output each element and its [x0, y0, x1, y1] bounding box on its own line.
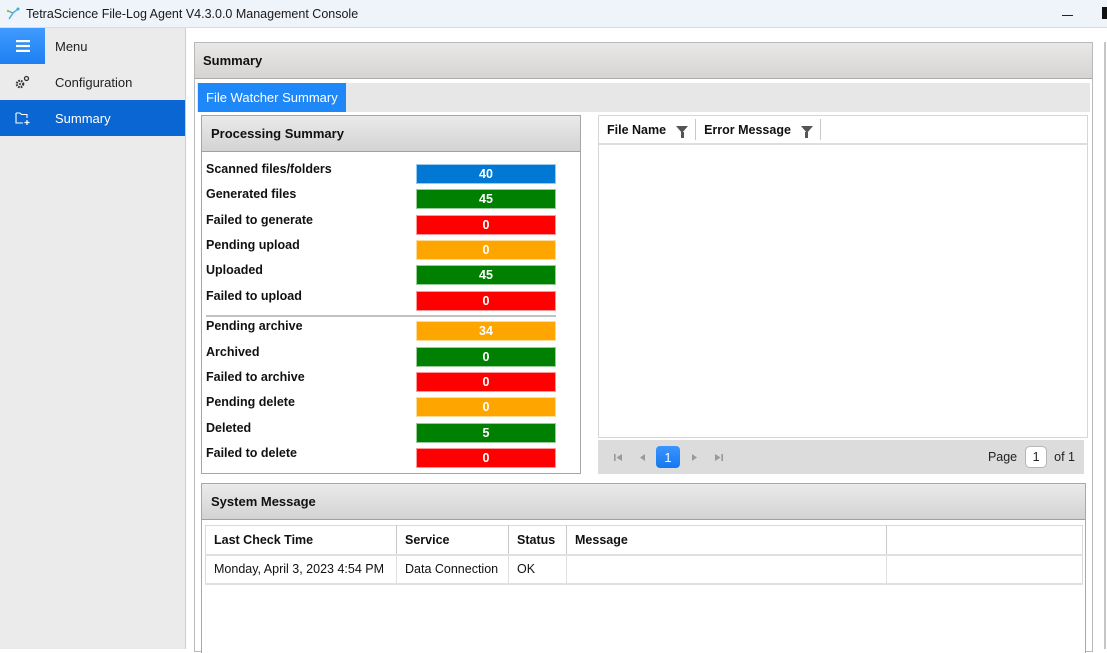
processing-summary-title: Processing Summary — [202, 116, 580, 152]
maximize-button[interactable] — [1102, 7, 1107, 19]
stat-value-badge: 45 — [416, 265, 556, 285]
tab-file-watcher-summary[interactable]: File Watcher Summary — [198, 83, 346, 112]
stat-row: Failed to generate 0 — [206, 213, 566, 237]
column-header-message[interactable]: Message — [566, 525, 887, 556]
prev-page-button[interactable] — [630, 446, 654, 468]
stat-label: Failed to generate — [206, 213, 313, 227]
column-label: Error Message — [704, 122, 791, 137]
next-page-button[interactable] — [682, 446, 706, 468]
hamburger-menu-icon[interactable] — [0, 28, 45, 64]
stat-label: Failed to archive — [206, 370, 305, 384]
tetrascience-logo-icon — [6, 7, 20, 21]
cell-service: Data Connection — [396, 554, 509, 585]
stat-label: Pending delete — [206, 395, 295, 409]
scrollbar-track[interactable] — [1104, 42, 1106, 649]
stat-label: Uploaded — [206, 263, 263, 277]
prev-page-icon — [639, 453, 645, 461]
stat-row: Uploaded 45 — [206, 263, 566, 287]
column-header-service[interactable]: Service — [396, 525, 509, 556]
stat-value-badge: 34 — [416, 321, 556, 341]
summary-panel: Summary File Watcher Summary Processing … — [194, 42, 1093, 653]
stat-label: Failed to delete — [206, 446, 297, 460]
table-row[interactable]: Monday, April 3, 2023 4:54 PM Data Conne… — [205, 554, 1083, 585]
stat-value-badge: 45 — [416, 189, 556, 209]
panel-title: Summary — [195, 43, 1092, 79]
page-total-label: of 1 — [1054, 450, 1075, 464]
section-divider — [206, 315, 556, 317]
grid-pager: 1 Page 1 of 1 — [598, 440, 1084, 474]
system-message-panel: System Message Last Check Time Service S… — [201, 483, 1086, 653]
table-header-row: Last Check Time Service Status Message — [205, 525, 1083, 556]
stat-label: Pending upload — [206, 238, 300, 252]
sidebar: Menu Configuration Summary — [0, 28, 185, 649]
error-grid: File Name Error Message — [598, 115, 1088, 438]
first-page-icon — [613, 453, 622, 461]
main-content: Summary File Watcher Summary Processing … — [185, 28, 1107, 653]
first-page-button[interactable] — [606, 446, 630, 468]
stat-label: Generated files — [206, 187, 297, 201]
stat-row: Scanned files/folders 40 — [206, 162, 566, 186]
column-label: File Name — [607, 122, 667, 137]
stat-row: Pending archive 34 — [206, 319, 566, 343]
cell-last-check-time: Monday, April 3, 2023 4:54 PM — [205, 554, 397, 585]
cell-message — [566, 554, 887, 585]
stat-value-badge: 5 — [416, 423, 556, 443]
folder-add-icon — [0, 100, 45, 136]
sidebar-item-label: Summary — [55, 110, 111, 126]
sidebar-item-menu[interactable]: Menu — [0, 28, 185, 64]
column-header-status[interactable]: Status — [508, 525, 567, 556]
system-message-table: Last Check Time Service Status Message M… — [205, 525, 1083, 585]
gears-icon — [0, 64, 45, 100]
tab-strip: File Watcher Summary — [197, 83, 1090, 112]
stat-row: Archived 0 — [206, 345, 566, 369]
stat-value-badge: 0 — [416, 372, 556, 392]
column-header-extra — [886, 525, 1083, 556]
stat-row: Generated files 45 — [206, 187, 566, 211]
page-label: Page — [987, 450, 1018, 464]
filter-icon[interactable] — [800, 126, 813, 138]
minimize-icon — [1061, 14, 1073, 16]
filter-icon[interactable] — [676, 126, 689, 138]
stat-value-badge: 0 — [416, 291, 556, 311]
sidebar-item-summary[interactable]: Summary — [0, 100, 185, 136]
cell-status: OK — [508, 554, 567, 585]
stat-label: Archived — [206, 345, 260, 359]
sidebar-item-configuration[interactable]: Configuration — [0, 64, 185, 100]
column-header-error-message[interactable]: Error Message — [696, 119, 821, 140]
sidebar-item-label: Configuration — [55, 74, 133, 90]
minimize-button[interactable] — [1052, 4, 1082, 24]
page-indicator: Page 1 of 1 — [988, 440, 1075, 474]
column-header-last-check-time[interactable]: Last Check Time — [205, 525, 397, 556]
stat-label: Deleted — [206, 421, 252, 435]
system-message-title: System Message — [202, 484, 1085, 520]
stat-label: Pending archive — [206, 319, 303, 333]
stat-row: Failed to delete 0 — [206, 446, 566, 470]
stat-value-badge: 0 — [416, 215, 556, 235]
next-page-icon — [691, 453, 697, 461]
processing-summary-panel: Processing Summary Scanned files/folders… — [201, 115, 581, 474]
column-header-file-name[interactable]: File Name — [599, 119, 697, 140]
stat-value-badge: 0 — [416, 240, 556, 260]
stat-row: Failed to archive 0 — [206, 370, 566, 394]
stat-value-badge: 0 — [416, 448, 556, 468]
stat-row: Pending delete 0 — [206, 395, 566, 419]
stat-label: Failed to upload — [206, 289, 302, 303]
cell-extra — [886, 554, 1083, 585]
current-page-button[interactable]: 1 — [656, 446, 680, 468]
grid-header: File Name Error Message — [599, 116, 1087, 145]
window-title: TetraScience File-Log Agent V4.3.0.0 Man… — [26, 6, 359, 21]
stat-row: Deleted 5 — [206, 421, 566, 445]
stat-value-badge: 40 — [416, 164, 556, 184]
window-titlebar: TetraScience File-Log Agent V4.3.0.0 Man… — [0, 0, 1107, 28]
stat-value-badge: 0 — [416, 397, 556, 417]
stat-row: Pending upload 0 — [206, 238, 566, 262]
sidebar-item-label: Menu — [55, 38, 88, 54]
stat-value-badge: 0 — [416, 347, 556, 367]
page-number-input[interactable]: 1 — [1025, 446, 1048, 468]
stat-label: Scanned files/folders — [206, 162, 332, 176]
last-page-icon — [714, 453, 723, 461]
stat-row: Failed to upload 0 — [206, 289, 566, 313]
last-page-button[interactable] — [706, 446, 730, 468]
